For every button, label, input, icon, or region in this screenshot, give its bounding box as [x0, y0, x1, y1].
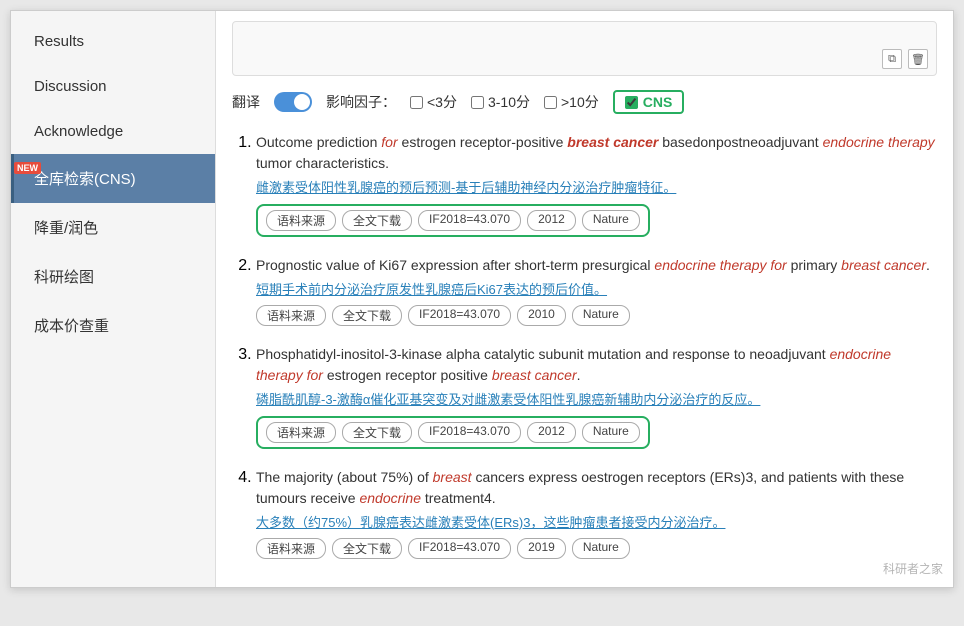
tags-container: 语料来源全文下载 IF2018=43.070 2012 Nature [256, 416, 650, 449]
result-title: Prognostic value of Ki67 expression afte… [256, 255, 937, 276]
filter-lt3[interactable]: <3分 [410, 92, 457, 112]
tags-container: 语料来源全文下载 IF2018=43.070 2019 Nature [256, 538, 937, 559]
tag-----[interactable]: 语料来源 [266, 210, 336, 231]
result-item: Phosphatidyl-inositol-3-kinase alpha cat… [256, 344, 937, 449]
tag-if2018-43-070[interactable]: IF2018=43.070 [408, 305, 511, 326]
result-title: Outcome prediction for estrogen receptor… [256, 132, 937, 174]
tag-2010[interactable]: 2010 [517, 305, 566, 326]
sidebar-item-acknowledge[interactable]: Acknowledge [11, 109, 215, 154]
tag-2019[interactable]: 2019 [517, 538, 566, 559]
sidebar: ResultsDiscussionAcknowledgeNEW全库检索(CNS)… [11, 11, 216, 587]
tag-if2018-43-070[interactable]: IF2018=43.070 [408, 538, 511, 559]
filter-3-10[interactable]: 3-10分 [471, 92, 530, 112]
result-translation: 大多数（约75%）乳腺癌表达雌激素受体(ERs)3，这些肿瘤患者接受内分泌治疗。 [256, 513, 937, 533]
copy-button[interactable]: ⧉ [882, 49, 902, 69]
tag-nature[interactable]: Nature [572, 305, 630, 326]
sidebar-item-results[interactable]: Results [11, 19, 215, 64]
tag-----[interactable]: 全文下载 [332, 305, 402, 326]
tag-----[interactable]: 全文下载 [332, 538, 402, 559]
tag-----[interactable]: 全文下载 [342, 210, 412, 231]
result-item: The majority (about 75%) of breast cance… [256, 467, 937, 560]
tag-----[interactable]: 语料来源 [266, 422, 336, 443]
main-content: ⧉ 🗑 翻译 影响因子： <3分 3-10分 >10分 CNS [216, 11, 953, 587]
filter-lt3-checkbox[interactable] [410, 96, 423, 109]
impact-label: 影响因子： [326, 92, 396, 112]
tag-----[interactable]: 语料来源 [256, 305, 326, 326]
result-title: Phosphatidyl-inositol-3-kinase alpha cat… [256, 344, 937, 386]
tag-nature[interactable]: Nature [582, 422, 640, 443]
results-list: Outcome prediction for estrogen receptor… [232, 132, 937, 559]
result-translation: 短期手术前内分泌治疗原发性乳腺癌后Ki67表达的预后价值。 [256, 280, 937, 300]
result-title: The majority (about 75%) of breast cance… [256, 467, 937, 509]
result-translation: 磷脂酰肌醇-3-激酶α催化亚基突变及对雌激素受体阳性乳腺癌新辅助内分泌治疗的反应… [256, 390, 937, 410]
filter-gt10-checkbox[interactable] [544, 96, 557, 109]
cns-filter-box[interactable]: CNS [613, 90, 685, 114]
watermark: 科研者之家 [883, 560, 943, 577]
tag-if2018-43-070[interactable]: IF2018=43.070 [418, 210, 521, 231]
sidebar-item-cns-search[interactable]: NEW全库检索(CNS) [11, 154, 215, 203]
tags-container: 语料来源全文下载 IF2018=43.070 2010 Nature [256, 305, 937, 326]
filter-bar: 翻译 影响因子： <3分 3-10分 >10分 CNS [232, 86, 937, 118]
tag-nature[interactable]: Nature [582, 210, 640, 231]
tag-----[interactable]: 全文下载 [342, 422, 412, 443]
tag-----[interactable]: 语料来源 [256, 538, 326, 559]
translate-label: 翻译 [232, 92, 260, 112]
result-item: Outcome prediction for estrogen receptor… [256, 132, 937, 237]
filter-3-10-checkbox[interactable] [471, 96, 484, 109]
sidebar-item-recolor[interactable]: 降重/润色 [11, 203, 215, 252]
result-translation: 雌激素受体阳性乳腺癌的预后预测-基于后辅助神经内分泌治疗肿瘤特征。 [256, 178, 937, 198]
sidebar-item-cost-check[interactable]: 成本价查重 [11, 301, 215, 350]
cns-label: CNS [643, 94, 673, 110]
tags-container: 语料来源全文下载 IF2018=43.070 2012 Nature [256, 204, 650, 237]
tag-if2018-43-070[interactable]: IF2018=43.070 [418, 422, 521, 443]
cns-checkbox[interactable] [625, 96, 638, 109]
toolbar-area: ⧉ 🗑 [232, 21, 937, 76]
sidebar-item-discussion[interactable]: Discussion [11, 64, 215, 109]
translate-toggle[interactable] [274, 92, 312, 112]
filter-gt10[interactable]: >10分 [544, 92, 599, 112]
delete-button[interactable]: 🗑 [908, 49, 928, 69]
tag-nature[interactable]: Nature [572, 538, 630, 559]
tag-2012[interactable]: 2012 [527, 422, 576, 443]
result-item: Prognostic value of Ki67 expression afte… [256, 255, 937, 327]
sidebar-item-sci-drawing[interactable]: 科研绘图 [11, 252, 215, 301]
tag-2012[interactable]: 2012 [527, 210, 576, 231]
